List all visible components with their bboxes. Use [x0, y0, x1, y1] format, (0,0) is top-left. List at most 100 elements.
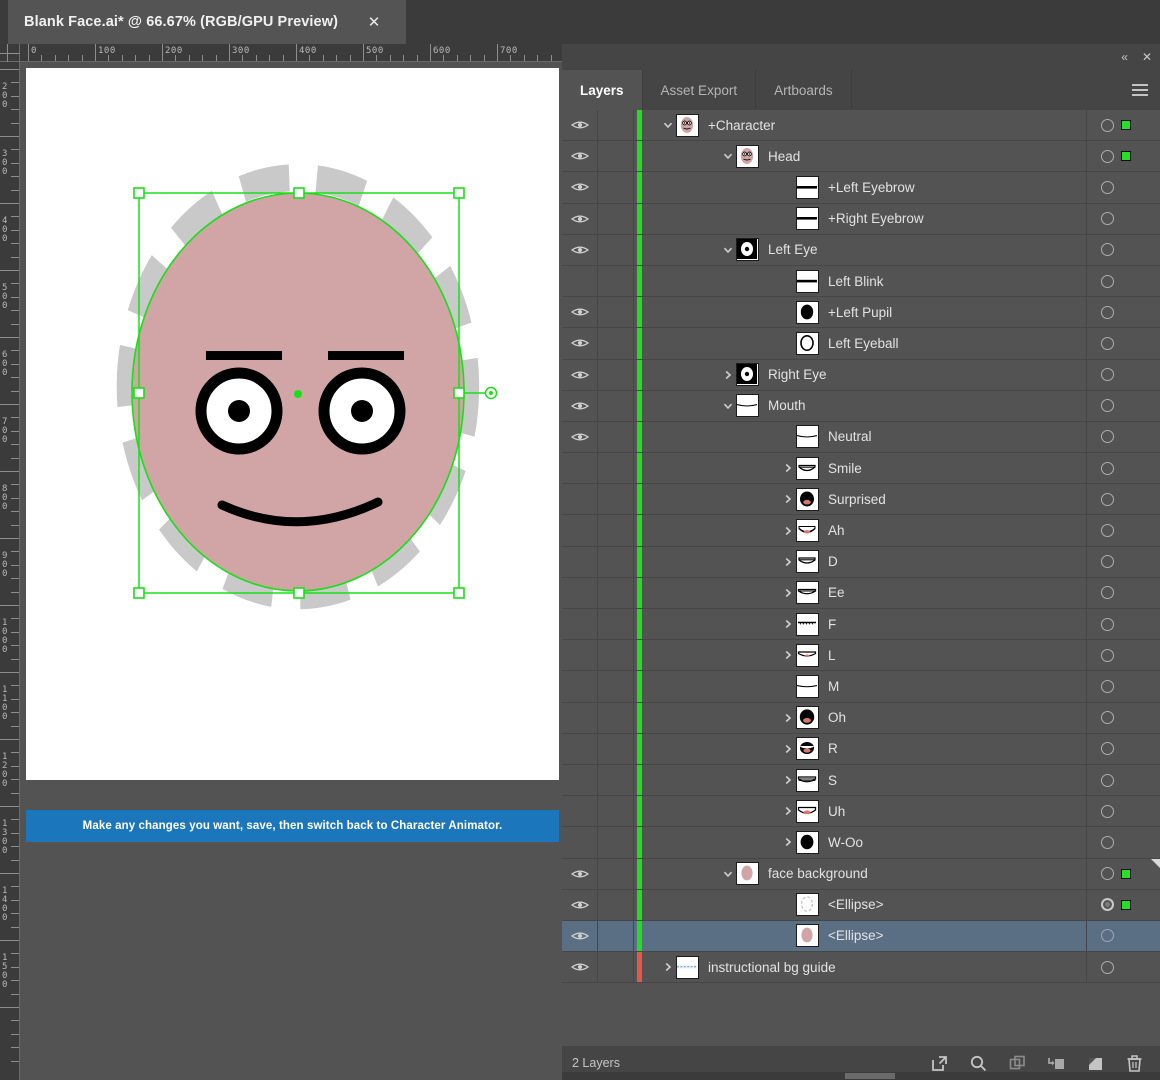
layer-target-cell[interactable]: [1086, 640, 1160, 671]
layer-main-cell[interactable]: Uh: [644, 796, 1086, 826]
layer-main-cell[interactable]: face background: [644, 859, 1086, 889]
lock-toggle[interactable]: [598, 265, 634, 297]
chevron-right-icon[interactable]: [780, 618, 796, 630]
target-circle-icon[interactable]: [1101, 898, 1114, 912]
lock-toggle[interactable]: [598, 577, 634, 608]
layer-main-cell[interactable]: L: [644, 640, 1086, 670]
visibility-eye-icon[interactable]: [562, 421, 598, 453]
layer-target-cell[interactable]: [1086, 671, 1160, 702]
layer-row[interactable]: Mouth: [562, 390, 1160, 422]
layer-main-cell[interactable]: W-Oo: [644, 827, 1086, 857]
target-circle-icon[interactable]: [1101, 180, 1114, 194]
target-circle-icon[interactable]: [1101, 399, 1114, 413]
selection-indicator-square[interactable]: [1121, 899, 1131, 910]
lock-toggle[interactable]: [598, 733, 634, 764]
layer-main-cell[interactable]: Left Blink: [644, 266, 1086, 296]
visibility-eye-icon[interactable]: [562, 172, 598, 203]
layer-row[interactable]: Ah: [562, 515, 1160, 547]
target-circle-icon[interactable]: [1101, 368, 1114, 382]
collapse-panel-icon[interactable]: «: [1121, 51, 1128, 63]
chevron-right-icon[interactable]: [780, 805, 796, 817]
vertical-ruler[interactable]: 1002003004005006007008009001000110012001…: [0, 62, 20, 1080]
layer-target-cell[interactable]: [1086, 265, 1160, 297]
layer-main-cell[interactable]: Oh: [644, 703, 1086, 733]
layer-row[interactable]: Surprised: [562, 484, 1160, 516]
lock-toggle[interactable]: [598, 421, 634, 453]
lock-toggle[interactable]: [598, 546, 634, 577]
layer-main-cell[interactable]: D: [644, 547, 1086, 577]
chevron-right-icon[interactable]: [780, 525, 796, 537]
visibility-toggle-empty[interactable]: [562, 453, 598, 484]
layer-target-cell[interactable]: [1086, 827, 1160, 858]
visibility-eye-icon[interactable]: [562, 328, 598, 359]
layer-row[interactable]: W-Oo: [562, 827, 1160, 859]
target-circle-icon[interactable]: [1101, 835, 1114, 849]
target-circle-icon[interactable]: [1101, 212, 1114, 226]
selection-indicator-square[interactable]: [1121, 151, 1131, 162]
chevron-right-icon[interactable]: [780, 743, 796, 755]
chevron-right-icon[interactable]: [780, 462, 796, 474]
lock-toggle[interactable]: [598, 796, 634, 827]
layer-row[interactable]: Left Blink: [562, 265, 1160, 298]
lock-toggle[interactable]: [598, 328, 634, 359]
layer-row[interactable]: Ee: [562, 577, 1160, 609]
scrollbar-thumb[interactable]: [845, 1073, 895, 1079]
lock-toggle[interactable]: [598, 484, 634, 515]
layer-main-cell[interactable]: Mouth: [644, 391, 1086, 421]
layer-target-cell[interactable]: [1086, 889, 1160, 920]
lock-toggle[interactable]: [598, 234, 634, 265]
layer-target-cell[interactable]: [1086, 141, 1160, 172]
lock-toggle[interactable]: [598, 110, 634, 141]
lock-toggle[interactable]: [598, 359, 634, 390]
target-circle-icon[interactable]: [1101, 586, 1114, 600]
layer-target-cell[interactable]: [1086, 952, 1160, 983]
visibility-toggle-empty[interactable]: [562, 827, 598, 858]
layer-main-cell[interactable]: +Left Eyebrow: [644, 172, 1086, 202]
layer-target-cell[interactable]: [1086, 577, 1160, 608]
target-circle-icon[interactable]: [1101, 461, 1114, 475]
layer-main-cell[interactable]: Surprised: [644, 484, 1086, 514]
visibility-toggle-empty[interactable]: [562, 640, 598, 671]
visibility-eye-icon[interactable]: [562, 390, 598, 421]
layer-target-cell[interactable]: [1086, 609, 1160, 640]
horizontal-scrollbar[interactable]: [562, 1072, 1160, 1080]
layer-main-cell[interactable]: +Left Pupil: [644, 297, 1086, 327]
layer-target-cell[interactable]: [1086, 328, 1160, 359]
layer-row[interactable]: +Left Pupil: [562, 297, 1160, 329]
target-circle-icon[interactable]: [1101, 960, 1114, 974]
layer-target-cell[interactable]: [1086, 515, 1160, 546]
layer-target-cell[interactable]: [1086, 453, 1160, 484]
visibility-toggle-empty[interactable]: [562, 484, 598, 515]
lock-toggle[interactable]: [598, 640, 634, 671]
ruler-corner[interactable]: [0, 44, 20, 62]
visibility-eye-icon[interactable]: [562, 203, 598, 234]
face-artwork[interactable]: [26, 68, 559, 780]
chevron-right-icon[interactable]: [780, 493, 796, 505]
chevron-down-icon[interactable]: [720, 244, 736, 256]
layer-main-cell[interactable]: F: [644, 609, 1086, 639]
create-new-sublayer-icon[interactable]: [1086, 1054, 1105, 1073]
chevron-down-icon[interactable]: [720, 868, 736, 880]
visibility-toggle-empty[interactable]: [562, 796, 598, 827]
locate-object-icon[interactable]: [969, 1054, 988, 1073]
target-circle-icon[interactable]: [1101, 430, 1114, 444]
layer-row[interactable]: +Right Eyebrow: [562, 203, 1160, 235]
layer-main-cell[interactable]: Neutral: [644, 422, 1086, 452]
visibility-eye-icon[interactable]: [562, 858, 598, 889]
visibility-toggle-empty[interactable]: [562, 733, 598, 764]
layer-target-cell[interactable]: [1086, 390, 1160, 421]
layer-target-cell[interactable]: [1086, 733, 1160, 764]
layer-row[interactable]: F: [562, 609, 1160, 641]
visibility-toggle-empty[interactable]: [562, 609, 598, 640]
lock-toggle[interactable]: [598, 858, 634, 889]
target-circle-icon[interactable]: [1101, 524, 1114, 538]
target-circle-icon[interactable]: [1101, 711, 1114, 725]
tab-layers[interactable]: Layers: [562, 70, 643, 110]
chevron-right-icon[interactable]: [780, 774, 796, 786]
document-tab[interactable]: Blank Face.ai* @ 66.67% (RGB/GPU Preview…: [8, 0, 406, 44]
lock-toggle[interactable]: [598, 827, 634, 858]
lock-toggle[interactable]: [598, 952, 634, 983]
chevron-right-icon[interactable]: [720, 369, 736, 381]
chevron-right-icon[interactable]: [780, 587, 796, 599]
layers-list[interactable]: +Character Head +Left Eyebrow +Right Eyebro…: [562, 110, 1160, 1046]
